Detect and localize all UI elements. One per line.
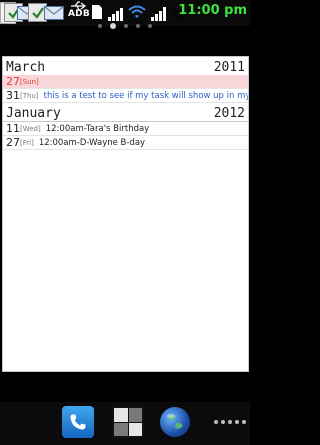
- more-pages-indicator: [214, 420, 246, 424]
- browser-globe-icon[interactable]: [160, 407, 190, 437]
- page-dot: [124, 24, 128, 28]
- event-title: this is a test to see if my task will sh…: [43, 90, 248, 101]
- calendar-event[interactable]: 31 [Thu] this is a test to see if my tas…: [3, 89, 248, 103]
- month-header: March 2011: [3, 57, 248, 75]
- event-day: 27: [6, 136, 20, 149]
- event-day: 31: [6, 89, 20, 102]
- clock[interactable]: 11:00 pm: [178, 3, 247, 18]
- page-dot: [136, 24, 140, 28]
- page-dot: [148, 24, 152, 28]
- month-header: January 2012: [3, 103, 248, 121]
- phone-icon[interactable]: [62, 406, 94, 438]
- sd-icon: [92, 5, 102, 19]
- month-label: January: [6, 106, 61, 121]
- wifi-icon: [128, 5, 146, 18]
- page-dot: [98, 24, 102, 28]
- month-label: March: [6, 60, 46, 75]
- home-dock: [0, 402, 250, 445]
- event-day: 11: [6, 122, 20, 135]
- signal-icon: [108, 5, 123, 21]
- calendar-event[interactable]: 11 [Wed] 12:00am-Tara's Birthday: [3, 121, 248, 136]
- app-drawer-icon[interactable]: [112, 406, 144, 438]
- home-page-indicator: [0, 20, 250, 32]
- calendar-event[interactable]: 27 [Fri] 12:00am-D-Wayne B-day: [3, 136, 248, 150]
- mail-icon: [44, 6, 64, 20]
- event-weekday: [Sun]: [20, 77, 39, 86]
- year-label: 2011: [213, 60, 245, 75]
- event-title: 12:00am-D-Wayne B-day: [38, 137, 146, 148]
- event-weekday: [Fri]: [20, 138, 34, 147]
- event-day: 27: [6, 75, 20, 88]
- calendar-widget[interactable]: March 2011 27 [Sun] 31 [Thu] this is a t…: [2, 56, 249, 372]
- event-title: 12:00am-Tara's Birthday: [45, 123, 150, 134]
- page-dot-active: [110, 23, 116, 29]
- event-weekday: [Thu]: [20, 91, 39, 100]
- calendar-event-today[interactable]: 27 [Sun]: [3, 75, 248, 89]
- year-label: 2012: [213, 106, 245, 121]
- cell-signal-icon: [151, 5, 166, 21]
- event-weekday: [Wed]: [20, 124, 41, 133]
